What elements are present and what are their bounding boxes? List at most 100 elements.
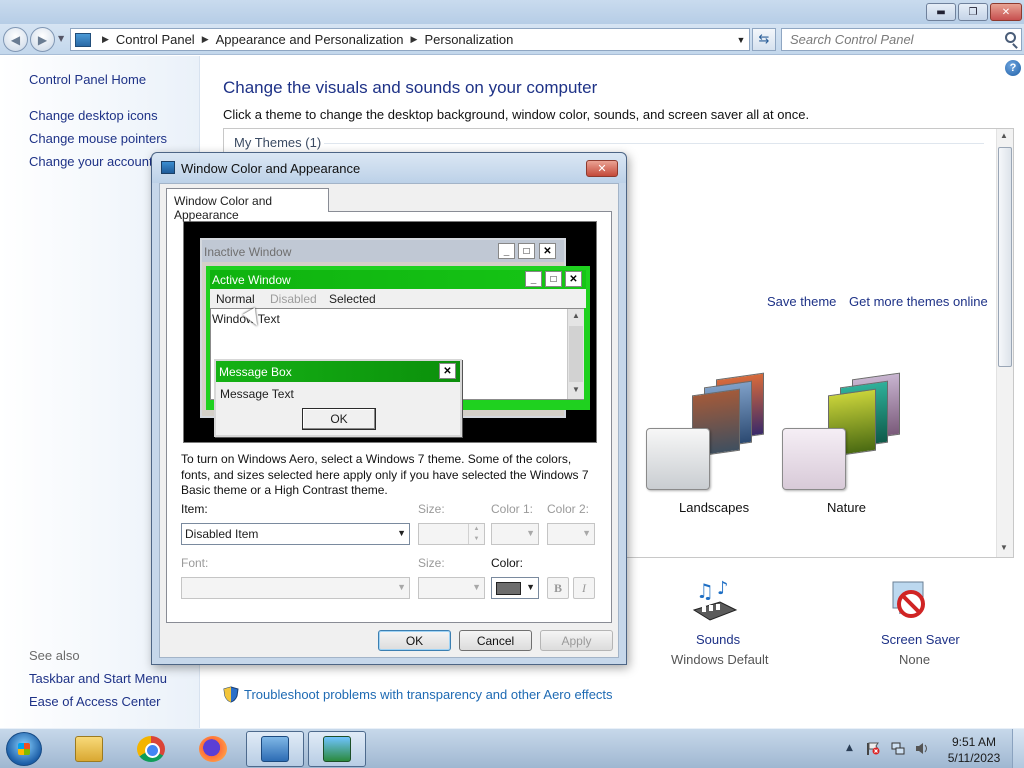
action-center-flag-icon[interactable] — [866, 742, 880, 755]
screen-saver-icon[interactable] — [887, 576, 937, 626]
theme-landscapes[interactable]: Landscapes — [646, 372, 776, 515]
tab-panel: Inactive Window _ □ ✕ Active Window _ □ … — [166, 211, 612, 623]
get-more-themes-link[interactable]: Get more themes online — [849, 294, 988, 309]
volume-icon[interactable] — [915, 742, 929, 755]
scroll-down-icon[interactable]: ▼ — [1000, 543, 1008, 552]
svg-text:♪: ♪ — [717, 578, 729, 599]
screen-saver-link[interactable]: Screen Saver — [881, 632, 960, 647]
font-size-select[interactable]: ▼ — [418, 577, 485, 599]
theme-nature[interactable]: Nature — [782, 372, 912, 515]
menu-selected[interactable]: Selected — [329, 292, 376, 306]
search-icon[interactable] — [1005, 32, 1016, 43]
refresh-button[interactable]: ⇆ — [752, 28, 776, 51]
menu-disabled[interactable]: Disabled — [270, 292, 317, 306]
bold-button[interactable]: B — [547, 577, 569, 599]
crumb-arrow-icon[interactable]: ▶ — [202, 34, 209, 45]
taskbar: ▲ 9:51 AM 5/11/2023 — [0, 728, 1024, 768]
taskbar-chrome[interactable] — [122, 731, 180, 767]
change-mouse-pointers-link[interactable]: Change mouse pointers — [29, 131, 167, 146]
maximize-icon: □ — [518, 243, 535, 259]
search-input[interactable]: Search Control Panel — [781, 28, 1022, 51]
taskbar-start-menu-link[interactable]: Taskbar and Start Menu — [29, 671, 167, 686]
sounds-link[interactable]: Sounds — [696, 632, 740, 647]
italic-button[interactable]: I — [573, 577, 595, 599]
sounds-icon[interactable]: ♫ ♪ — [690, 576, 740, 626]
crumb-arrow-icon[interactable]: ▶ — [102, 34, 109, 45]
scroll-up-icon[interactable]: ▲ — [1000, 131, 1008, 140]
show-desktop-button[interactable] — [1012, 729, 1024, 768]
message-box-title[interactable]: Message Box — [216, 361, 460, 382]
scrollbar-thumb[interactable] — [998, 147, 1012, 367]
scroll-up-icon[interactable]: ▲ — [572, 311, 580, 320]
spin-up-icon[interactable]: ▲ — [469, 524, 484, 534]
aero-info-text: To turn on Windows Aero, select a Window… — [181, 452, 589, 497]
chevron-down-icon: ▼ — [582, 528, 591, 538]
start-button[interactable] — [6, 732, 42, 766]
help-icon[interactable]: ? — [1005, 60, 1021, 76]
clock-date[interactable]: 5/11/2023 — [944, 751, 1004, 765]
forward-button[interactable]: ▶ — [30, 27, 55, 52]
theme-name: Landscapes — [679, 500, 750, 515]
screen-saver-value: None — [899, 652, 931, 667]
font-select[interactable]: ▼ — [181, 577, 410, 599]
taskbar-control-panel[interactable] — [246, 731, 304, 767]
change-desktop-icons-link[interactable]: Change desktop icons — [29, 108, 158, 123]
ok-button[interactable]: OK — [378, 630, 451, 651]
save-theme-link[interactable]: Save theme — [767, 294, 836, 309]
taskbar-explorer[interactable] — [60, 731, 118, 767]
active-title-text: Active Window — [212, 273, 291, 287]
spin-down-icon[interactable]: ▼ — [469, 534, 484, 544]
color2-picker[interactable]: ▼ — [547, 523, 595, 545]
crumb-appearance[interactable]: Appearance and Personalization — [216, 32, 404, 47]
apply-button[interactable]: Apply — [540, 630, 613, 651]
taskbar-window-color[interactable] — [308, 731, 366, 767]
tab-window-color[interactable]: Window Color and Appearance — [166, 188, 329, 222]
item-select-value: Disabled Item — [185, 527, 259, 541]
item-select[interactable]: Disabled Item ▼ — [181, 523, 410, 545]
control-panel-icon — [75, 32, 91, 47]
network-icon[interactable] — [891, 742, 905, 755]
back-button[interactable]: ◀ — [3, 27, 28, 52]
shield-icon — [223, 686, 239, 703]
show-hidden-icons-icon[interactable]: ▲ — [846, 743, 853, 753]
troubleshoot-aero-link[interactable]: Troubleshoot problems with transparency … — [244, 687, 613, 702]
size-stepper[interactable]: ▲ ▼ — [418, 523, 485, 545]
preview-scrollbar[interactable]: ▲ ▼ — [567, 309, 584, 399]
dialog-close-button[interactable]: ✕ — [586, 160, 618, 177]
restore-button[interactable]: ❐ — [958, 3, 988, 21]
crumb-arrow-icon[interactable]: ▶ — [411, 34, 418, 45]
window-color-icon — [161, 161, 175, 174]
chrome-icon — [137, 736, 165, 762]
message-box-preview[interactable]: Message Box ✕ Message Text OK — [214, 359, 462, 437]
color1-picker[interactable]: ▼ — [491, 523, 539, 545]
search-placeholder: Search Control Panel — [790, 32, 914, 47]
crumb-control-panel[interactable]: Control Panel — [116, 32, 195, 47]
page-title: Change the visuals and sounds on your co… — [223, 78, 598, 97]
clock-time[interactable]: 9:51 AM — [944, 735, 1004, 749]
appearance-preview[interactable]: Inactive Window _ □ ✕ Active Window _ □ … — [183, 221, 597, 443]
menu-normal[interactable]: Normal — [216, 292, 255, 306]
sounds-value: Windows Default — [671, 652, 769, 667]
crumb-personalization[interactable]: Personalization — [424, 32, 513, 47]
minimize-button[interactable]: ▬ — [926, 3, 956, 21]
cancel-button[interactable]: Cancel — [459, 630, 532, 651]
message-ok-button[interactable]: OK — [302, 408, 376, 430]
control-panel-home-link[interactable]: Control Panel Home — [29, 72, 146, 87]
breadcrumb[interactable]: ▶ Control Panel ▶ Appearance and Persona… — [70, 28, 750, 51]
ease-of-access-link[interactable]: Ease of Access Center — [29, 694, 161, 709]
scrollbar-thumb[interactable] — [569, 326, 583, 382]
theme-list-scrollbar[interactable]: ▲ ▼ — [996, 129, 1013, 557]
dialog-body: Window Color and Appearance Inactive Win… — [159, 183, 619, 658]
recent-pages-chevron-icon[interactable]: ▼ — [58, 34, 64, 43]
control-panel-icon — [261, 736, 289, 762]
close-button[interactable]: ✕ — [990, 3, 1022, 21]
size-spin-buttons[interactable]: ▲ ▼ — [468, 524, 484, 544]
scroll-down-icon[interactable]: ▼ — [572, 385, 580, 394]
taskbar-firefox[interactable] — [184, 731, 242, 767]
page-description: Click a theme to change the desktop back… — [223, 107, 810, 122]
font-color-picker[interactable]: ▼ — [491, 577, 539, 599]
close-icon: ✕ — [539, 243, 556, 259]
address-dropdown-icon[interactable]: ▼ — [733, 35, 749, 45]
window-color-dialog: Window Color and Appearance ✕ Window Col… — [151, 152, 627, 665]
firefox-icon — [199, 736, 227, 762]
